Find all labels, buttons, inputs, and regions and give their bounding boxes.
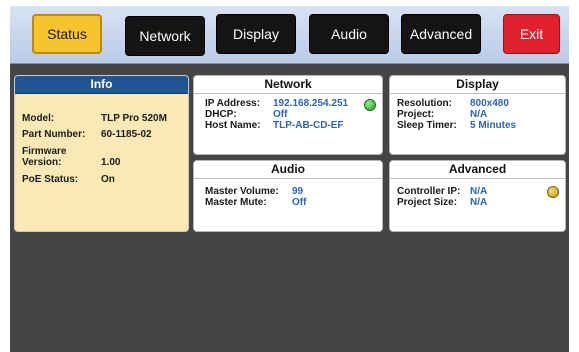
firmware-label-line1: Firmware — [22, 146, 67, 157]
exit-button[interactable]: Exit — [503, 14, 560, 54]
project-value: N/A — [470, 109, 488, 120]
audio-title: Audio — [194, 161, 382, 179]
project-size-label: Project Size: — [397, 197, 458, 208]
resolution-label: Resolution: — [397, 98, 452, 109]
master-volume-value: 99 — [292, 186, 304, 197]
controller-ip-value: N/A — [470, 186, 488, 197]
host-name-label: Host Name: — [205, 120, 261, 131]
host-name-value: TLP-AB-CD-EF — [273, 120, 344, 131]
firmware-label-line2: Version: — [22, 157, 62, 168]
model-value: TLP Pro 520M — [101, 113, 167, 124]
tab-network[interactable]: Network — [125, 16, 205, 56]
advanced-panel[interactable]: Advanced Controller IP: N/A Project Size… — [389, 160, 566, 232]
nav-bar: Status Network Display Audio Advanced Ex… — [10, 6, 569, 64]
master-mute-value: Off — [292, 197, 307, 208]
dhcp-value: Off — [273, 109, 288, 120]
firmware-value: 1.00 — [101, 157, 121, 168]
tab-audio[interactable]: Audio — [309, 14, 389, 54]
advanced-title: Advanced — [390, 161, 565, 179]
tab-display[interactable]: Display — [216, 14, 296, 54]
master-mute-label: Master Mute: — [205, 197, 267, 208]
info-panel: Info Model: TLP Pro 520M Part Number: 60… — [14, 75, 189, 232]
info-title: Info — [15, 76, 188, 94]
network-status-led-icon — [364, 99, 376, 111]
network-panel[interactable]: Network IP Address: 192.168.254.251 DHCP… — [193, 75, 383, 155]
ip-address-label: IP Address: — [205, 98, 261, 109]
controller-ip-label: Controller IP: — [397, 186, 461, 197]
model-label: Model: — [22, 113, 55, 124]
poe-status-value: On — [101, 174, 115, 185]
project-label: Project: — [397, 109, 435, 120]
audio-panel[interactable]: Audio Master Volume: 99 Master Mute: Off — [193, 160, 383, 232]
tab-advanced[interactable]: Advanced — [401, 14, 481, 54]
tab-status[interactable]: Status — [32, 14, 102, 54]
ip-address-value: 192.168.254.251 — [273, 98, 349, 109]
part-number-value: 60-1185-02 — [101, 129, 152, 140]
display-title: Display — [390, 76, 565, 94]
display-panel[interactable]: Display Resolution: 800x480 Project: N/A… — [389, 75, 566, 155]
poe-status-label: PoE Status: — [22, 174, 79, 185]
advanced-status-led-icon — [547, 186, 559, 198]
resolution-value: 800x480 — [470, 98, 509, 109]
master-volume-label: Master Volume: — [205, 186, 279, 197]
part-number-label: Part Number: — [22, 129, 86, 140]
sleep-timer-value: 5 Minutes — [470, 120, 517, 131]
project-size-value: N/A — [470, 197, 488, 208]
sleep-timer-label: Sleep Timer: — [397, 120, 457, 131]
dhcp-label: DHCP: — [205, 109, 237, 120]
network-title: Network — [194, 76, 382, 94]
